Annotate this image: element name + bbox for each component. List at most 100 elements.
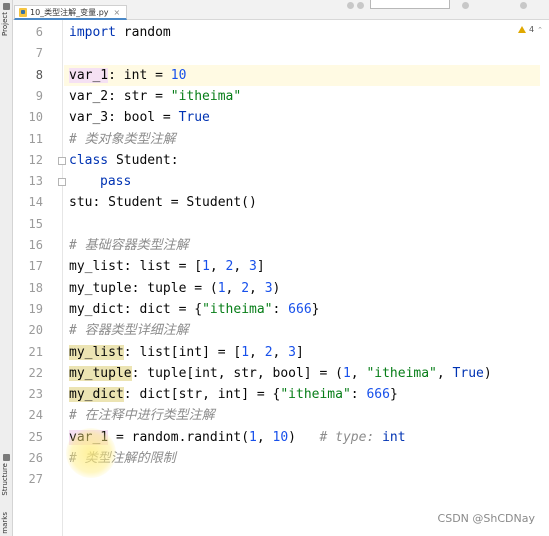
warning-count: 4: [529, 25, 535, 34]
line-number: 13: [28, 174, 43, 189]
line-number: 26: [28, 451, 43, 465]
code-token: 10: [272, 429, 289, 445]
chevron-up-icon[interactable]: ⌃: [537, 26, 543, 34]
code-token: my_dict: [69, 387, 124, 403]
code-token: var_3: bool =: [69, 110, 179, 126]
code-line-20: # 容器类型详细注解: [69, 320, 189, 341]
line-number: 23: [28, 387, 43, 402]
code-token: my_tuple: tuple = (: [69, 280, 218, 296]
code-token: "itheima": [202, 301, 273, 317]
line-number: 11: [28, 131, 43, 146]
warning-icon: [518, 26, 526, 33]
code-line-22: my_tuple: tuple[int, str, bool] = (1, "i…: [69, 363, 492, 384]
code-token: 10: [170, 67, 187, 83]
project-icon[interactable]: [3, 3, 10, 10]
code-token: "itheima": [280, 387, 351, 403]
file-tab-label: 10_类型注解_变量.py: [30, 7, 109, 17]
code-token: pass: [100, 174, 132, 190]
editor-tab-bar: 10_类型注解_变量.py ×: [0, 0, 549, 20]
toolbar-icon[interactable]: [520, 2, 527, 9]
code-token: ,: [256, 429, 273, 445]
line-number: 19: [28, 301, 43, 316]
code-line-25: var_1 = random.randint(1, 10) # type: in…: [69, 427, 406, 448]
code-token: ]: [256, 259, 265, 275]
code-comment: # 类型注解的限制: [69, 451, 176, 466]
code-token: ,: [209, 259, 226, 275]
code-token: class: [69, 152, 109, 168]
code-comment: # 容器类型详细注解: [69, 323, 189, 339]
code-token: stu: Student = Student(): [69, 195, 257, 211]
code-token: 666: [366, 387, 390, 403]
code-line-8: var_1: int = 10: [69, 65, 186, 86]
code-token: 1: [202, 259, 210, 275]
code-token: : tuple[int, str, bool] = (: [131, 365, 343, 381]
toolbar-icon[interactable]: [357, 2, 364, 9]
toolbar-icon[interactable]: [462, 2, 469, 9]
structure-tool-button[interactable]: Structure: [1, 463, 9, 496]
code-token: 1: [342, 365, 351, 381]
code-token: }: [389, 387, 398, 403]
code-token: int: [382, 429, 406, 445]
code-line-6: import random: [69, 22, 171, 43]
code-token: 3: [288, 344, 296, 360]
code-line-19: my_dict: dict = {"itheima": 666}: [69, 299, 319, 320]
bookmarks-tool-button[interactable]: marks: [1, 512, 9, 534]
code-token: 666: [288, 301, 312, 317]
editor-scrollbar[interactable]: [540, 20, 549, 536]
code-line-13: pass: [100, 171, 131, 192]
inspection-widget[interactable]: 4 ⌃: [518, 25, 543, 34]
code-token: : dict[str, int] = {: [123, 387, 281, 403]
code-line-18: my_tuple: tuple = (1, 2, 3): [69, 278, 280, 299]
code-token: var: [69, 67, 93, 83]
code-token: "itheima": [170, 88, 242, 104]
line-number: 14: [28, 195, 43, 210]
code-token: import: [69, 25, 116, 40]
code-token: var_1: [69, 429, 109, 445]
code-token: ): [288, 429, 296, 445]
code-line-14: stu: Student = Student(): [69, 192, 257, 213]
file-tab[interactable]: 10_类型注解_变量.py ×: [14, 5, 128, 20]
code-token: ,: [249, 280, 265, 296]
code-line-24: # 在注释中进行类型注解: [69, 405, 215, 426]
code-token: ,: [225, 280, 242, 296]
project-tool-button[interactable]: Project: [1, 12, 9, 36]
structure-icon[interactable]: [3, 454, 10, 461]
code-token: ,: [350, 365, 367, 381]
toolbar-icon[interactable]: [347, 2, 354, 9]
code-token: 2: [264, 344, 273, 360]
code-token: 1: [217, 280, 226, 296]
code-token: 2: [241, 280, 250, 296]
code-token: ,: [233, 259, 250, 275]
code-token: ,: [249, 344, 265, 360]
line-number: 15: [28, 216, 43, 231]
code-token: my_dict: dict = {: [69, 301, 203, 317]
line-number: 21: [28, 344, 43, 359]
code-token: = random.randint(: [108, 429, 250, 445]
line-number: 10: [28, 110, 43, 125]
line-number: 7: [35, 46, 43, 61]
code-token: :: [272, 301, 289, 317]
code-token: 3: [264, 280, 273, 296]
run-config-field[interactable]: [370, 0, 450, 9]
code-token: }: [311, 301, 320, 317]
code-token: True: [178, 110, 210, 126]
code-token: _1: [92, 67, 109, 83]
code-token: Student:: [108, 152, 179, 168]
code-line-23: my_dict: dict[str, int] = {"itheima": 66…: [69, 384, 398, 405]
close-icon[interactable]: ×: [114, 8, 121, 17]
code-token: random: [115, 25, 171, 40]
code-editor[interactable]: import random var_1: int = 10 var_2: str…: [64, 20, 549, 536]
line-number-gutter: 6 7 8 9 10 11 12 13 14 15 16 17 18 19 20…: [13, 20, 66, 536]
code-token: ): [483, 365, 492, 381]
line-number: 20: [28, 323, 43, 338]
line-number: 9: [35, 88, 43, 103]
code-token: ,: [436, 365, 453, 381]
code-token: True: [452, 365, 484, 381]
code-token: "itheima": [366, 365, 437, 381]
code-token: ]: [296, 344, 304, 360]
code-token: my_list: [69, 344, 124, 360]
line-number: 25: [28, 429, 43, 444]
watermark: CSDN @ShCDNay: [437, 512, 535, 525]
code-token: 1: [241, 344, 250, 360]
line-number: 27: [28, 472, 43, 487]
